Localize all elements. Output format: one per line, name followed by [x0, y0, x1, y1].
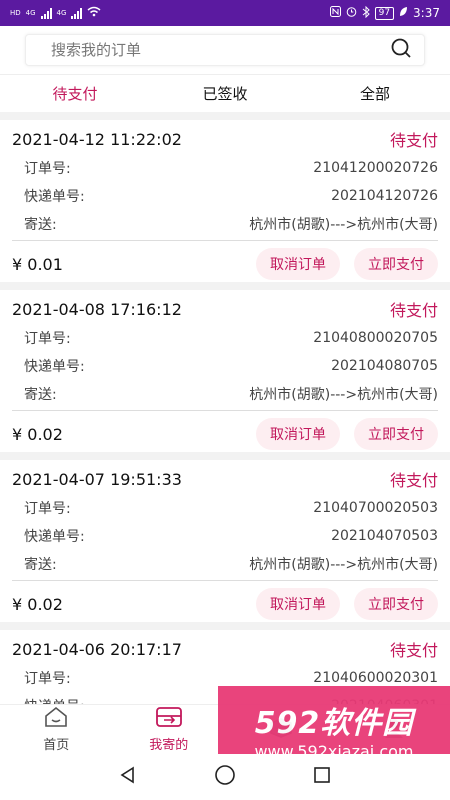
card-footer: ¥ 0.01 取消订单 立即支付 [12, 241, 438, 287]
order-no-row: 订单号: 21041200020726 [12, 154, 438, 182]
express-no-label: 快递单号: [24, 359, 85, 375]
status-left: HD 4G 4G [10, 6, 101, 20]
wifi-icon [87, 6, 101, 20]
order-price: ¥ 0.01 [12, 254, 63, 274]
bluetooth-icon [362, 5, 370, 21]
signal-icon [40, 7, 52, 19]
order-time: 2021-04-06 20:17:17 [12, 639, 182, 659]
order-status: 待支付 [389, 641, 438, 660]
route-row: 寄送: 杭州市(胡歌)--->杭州市(大哥) [12, 380, 438, 408]
order-no-label: 订单号: [24, 671, 71, 687]
status-bar: HD 4G 4G 97 3:37 [0, 0, 450, 26]
route-value: 杭州市(胡歌)--->杭州市(大哥) [249, 217, 438, 233]
order-status: 待支付 [389, 131, 438, 150]
signal-icon-2 [71, 7, 83, 19]
express-no-row: 快递单号: 202104070503 [12, 522, 438, 550]
route-row: 寄送: 杭州市(胡歌)--->杭州市(大哥) [12, 210, 438, 238]
search-icon[interactable] [390, 37, 412, 63]
tab-pending-payment[interactable]: 待支付 [0, 83, 150, 104]
recents-icon[interactable] [312, 765, 332, 789]
search-input[interactable] [51, 41, 351, 59]
order-no-row: 订单号: 21040700020503 [12, 494, 438, 522]
order-card[interactable]: 2021-04-12 11:22:02 待支付 订单号: 21041200020… [0, 120, 450, 282]
card-header: 2021-04-12 11:22:02 待支付 [12, 124, 438, 154]
network-label-3: 4G [56, 8, 67, 17]
home-circle-icon[interactable] [214, 764, 236, 790]
card-footer: ¥ 0.02 取消订单 立即支付 [12, 581, 438, 627]
order-no-label: 订单号: [24, 161, 71, 177]
nfc-icon [329, 6, 341, 20]
card-actions: 取消订单 立即支付 [256, 418, 438, 450]
tab-signed[interactable]: 已签收 [150, 83, 300, 104]
order-time: 2021-04-07 19:51:33 [12, 469, 182, 489]
leaf-icon [399, 6, 408, 20]
tab-all[interactable]: 全部 [300, 83, 450, 104]
express-no-label: 快递单号: [24, 529, 85, 545]
order-no-value: 21041200020726 [313, 160, 438, 176]
nav-label-sent: 我寄的 [149, 738, 189, 753]
order-price: ¥ 0.02 [12, 594, 63, 614]
order-no-row: 订单号: 21040800020705 [12, 324, 438, 352]
cancel-order-button[interactable]: 取消订单 [256, 248, 340, 280]
card-header: 2021-04-07 19:51:33 待支付 [12, 464, 438, 494]
order-tabs: 待支付 已签收 全部 [0, 74, 450, 112]
network-label-1: HD [10, 8, 21, 17]
order-no-value: 21040700020503 [313, 500, 438, 516]
card-header: 2021-04-06 20:17:17 待支付 [12, 634, 438, 664]
route-value: 杭州市(胡歌)--->杭州市(大哥) [249, 387, 438, 403]
nav-item-home[interactable]: 首页 [0, 705, 113, 754]
order-time: 2021-04-08 17:16:12 [12, 299, 182, 319]
search-bar[interactable] [25, 34, 425, 66]
order-no-label: 订单号: [24, 331, 71, 347]
card-footer: ¥ 0.02 取消订单 立即支付 [12, 411, 438, 457]
order-price: ¥ 0.02 [12, 424, 63, 444]
express-no-row: 快递单号: 202104120726 [12, 182, 438, 210]
back-icon[interactable] [118, 765, 138, 789]
search-bar-container [0, 26, 450, 74]
route-label: 寄送: [24, 557, 57, 573]
pay-now-button[interactable]: 立即支付 [354, 588, 438, 620]
order-card[interactable]: 2021-04-08 17:16:12 待支付 订单号: 21040800020… [0, 290, 450, 452]
card-actions: 取消订单 立即支付 [256, 588, 438, 620]
express-no-row: 快递单号: 202104080705 [12, 352, 438, 380]
express-no-value: 202104120726 [331, 188, 438, 204]
home-icon [43, 706, 69, 732]
network-label-2: 4G [25, 8, 36, 17]
express-no-value: 202104080705 [331, 358, 438, 374]
sent-box-icon [155, 706, 183, 732]
nav-item-sent[interactable]: 我寄的 [113, 705, 226, 754]
order-no-value: 21040600020301 [313, 670, 438, 686]
order-no-value: 21040800020705 [313, 330, 438, 346]
order-status: 待支付 [389, 301, 438, 320]
cancel-order-button[interactable]: 取消订单 [256, 588, 340, 620]
pay-now-button[interactable]: 立即支付 [354, 418, 438, 450]
watermark-brand: 592软件园 [254, 705, 414, 741]
route-value: 杭州市(胡歌)--->杭州市(大哥) [249, 557, 438, 573]
pay-now-button[interactable]: 立即支付 [354, 248, 438, 280]
status-right: 97 3:37 [329, 5, 440, 21]
system-navigation-bar [0, 754, 450, 800]
order-time: 2021-04-12 11:22:02 [12, 129, 182, 149]
order-card[interactable]: 2021-04-07 19:51:33 待支付 订单号: 21040700020… [0, 460, 450, 622]
cancel-order-button[interactable]: 取消订单 [256, 418, 340, 450]
nav-label-home: 首页 [43, 738, 70, 753]
express-no-value: 202104070503 [331, 528, 438, 544]
battery-icon: 97 [374, 6, 395, 20]
route-label: 寄送: [24, 387, 57, 403]
order-no-label: 订单号: [24, 501, 71, 517]
card-actions: 取消订单 立即支付 [256, 248, 438, 280]
route-label: 寄送: [24, 217, 57, 233]
order-list: 2021-04-12 11:22:02 待支付 订单号: 21041200020… [0, 114, 450, 710]
clock-time: 3:37 [413, 6, 440, 20]
alarm-icon [346, 6, 357, 20]
express-no-label: 快递单号: [24, 189, 85, 205]
order-status: 待支付 [389, 471, 438, 490]
card-header: 2021-04-08 17:16:12 待支付 [12, 294, 438, 324]
route-row: 寄送: 杭州市(胡歌)--->杭州市(大哥) [12, 550, 438, 578]
